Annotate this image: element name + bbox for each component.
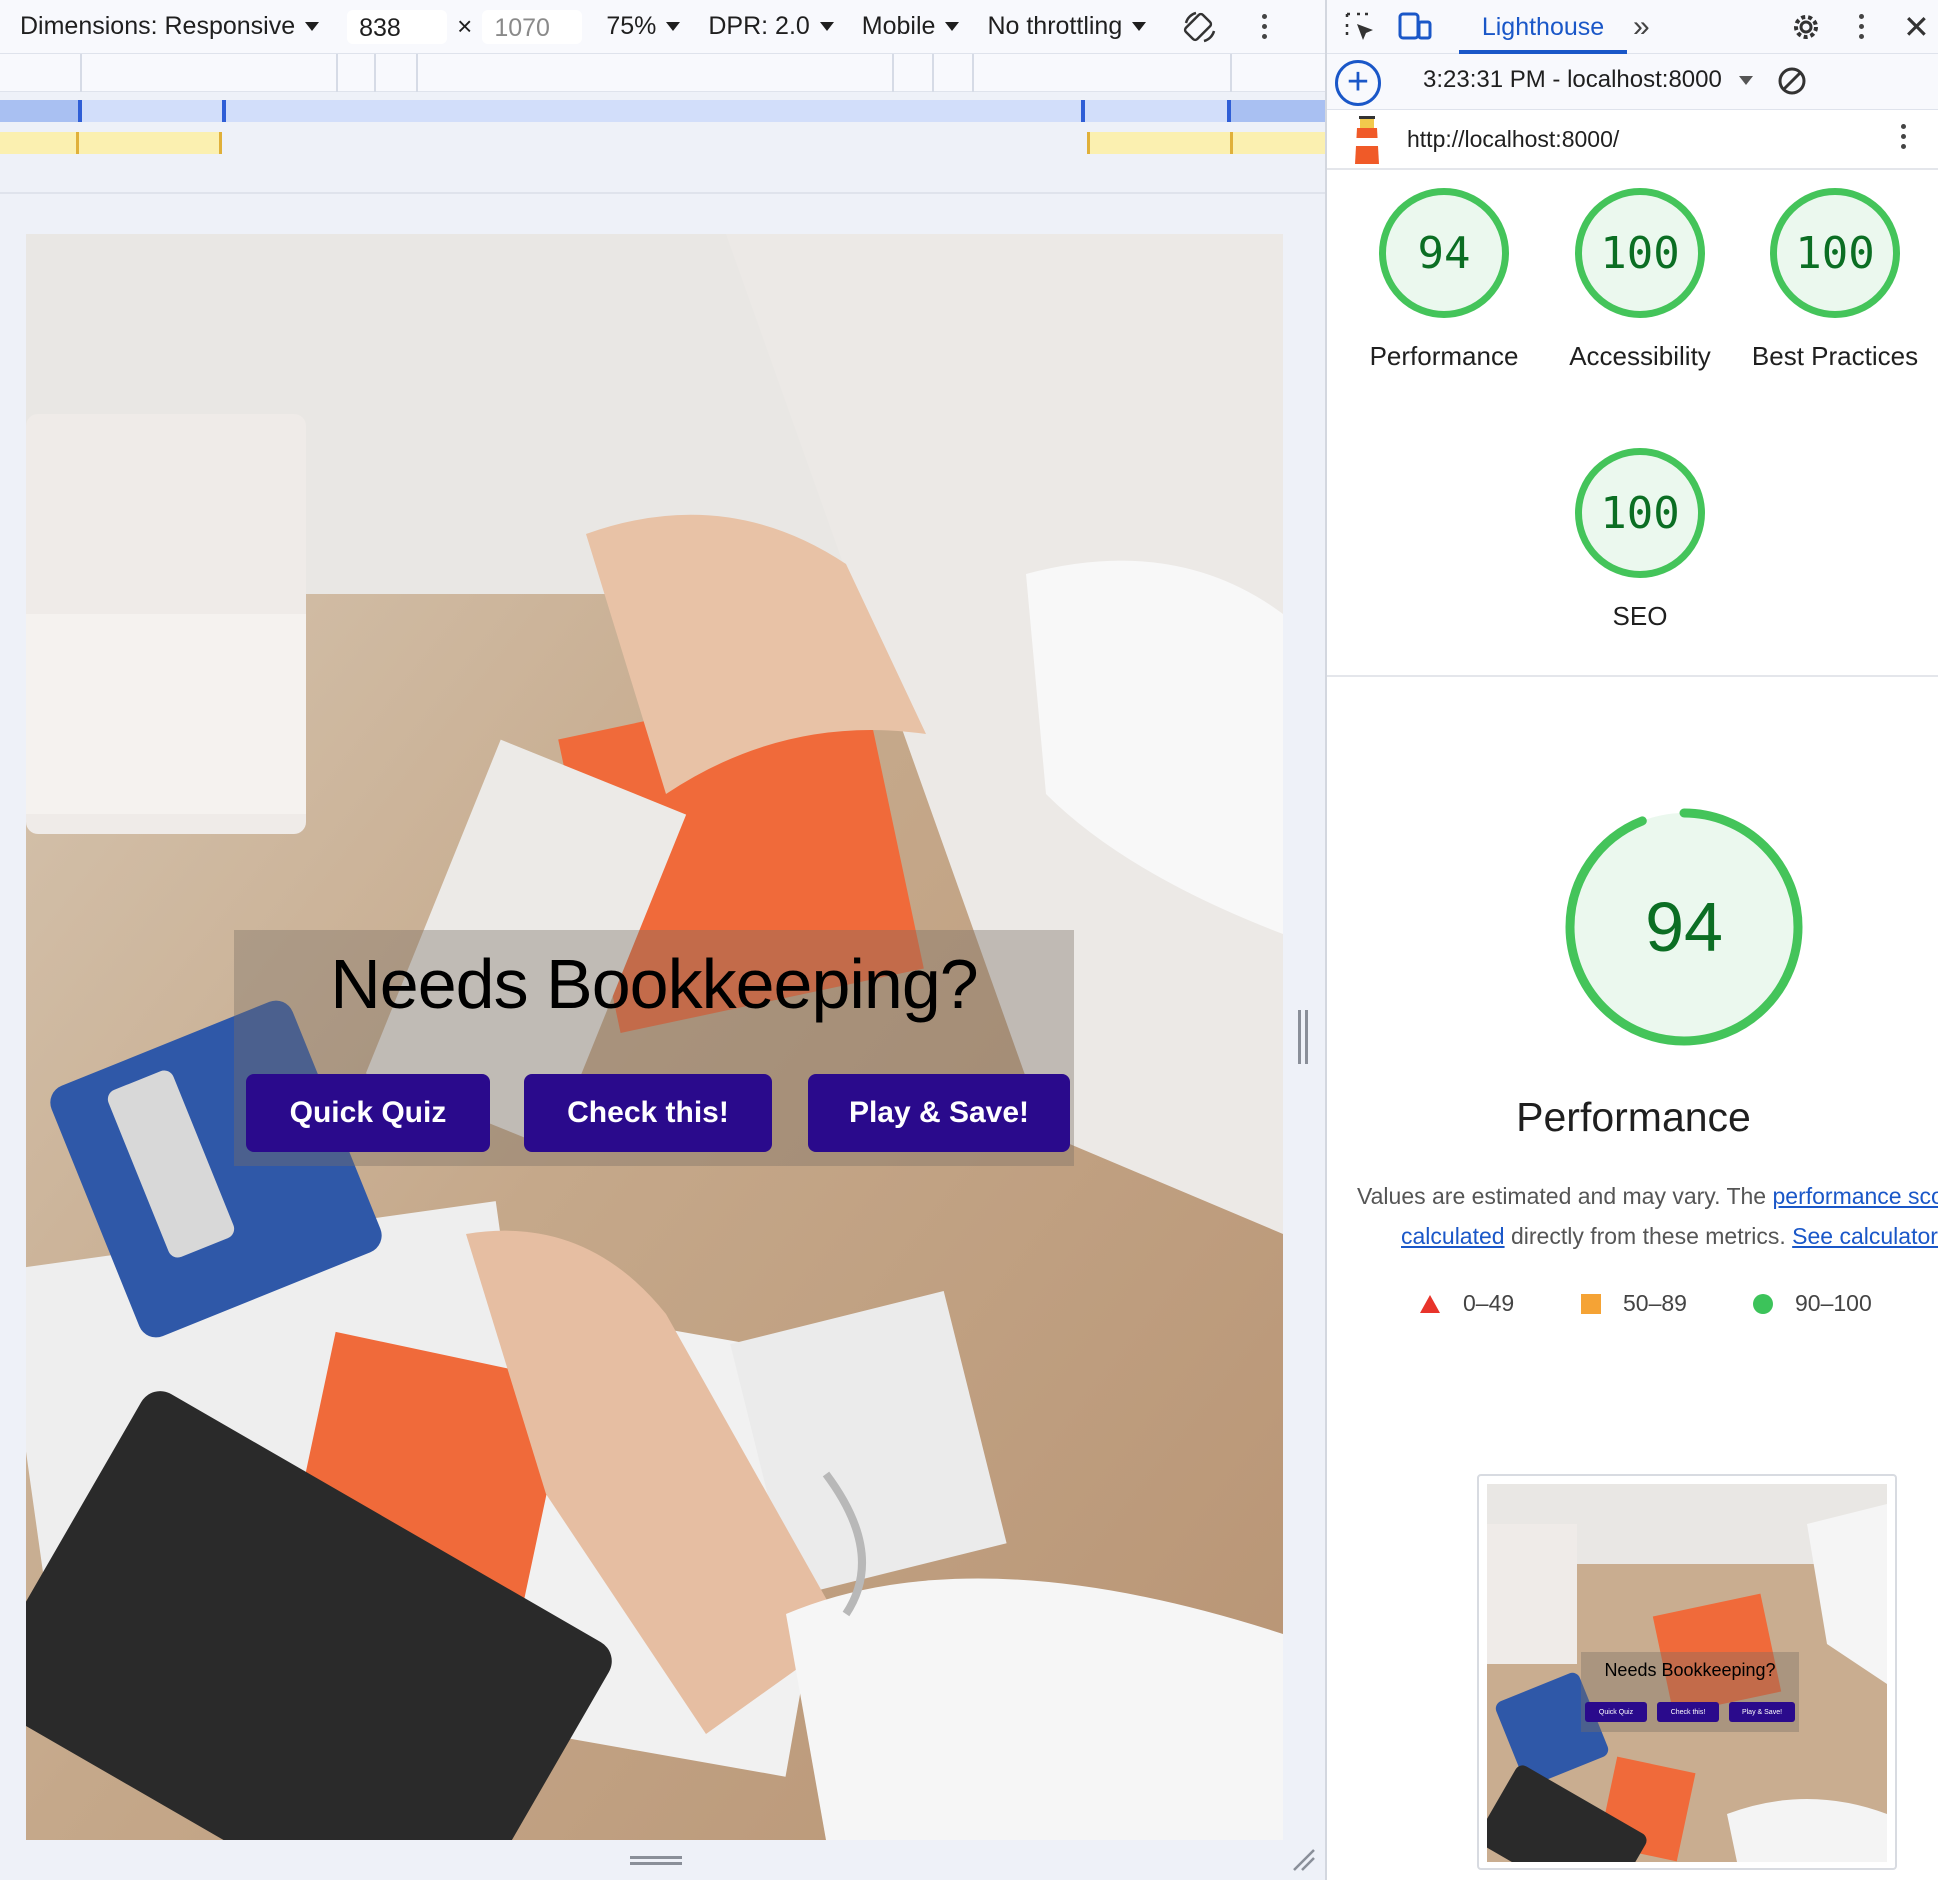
report-selector-bar: + 3:23:31 PM - localhost:8000 [1327,54,1938,110]
close-icon[interactable]: ✕ [1903,8,1930,46]
performance-score-link[interactable]: performance score is [1772,1183,1938,1209]
dimensions-dropdown[interactable]: Dimensions: Responsive [20,12,320,41]
hero-title: Needs Bookkeeping? [330,945,978,1023]
accessibility-score-label: Accessibility [1569,341,1711,371]
thumbnail-button: Quick Quiz [1585,1702,1647,1722]
devtools-tabbar: Lighthouse » ✕ [1327,0,1938,54]
performance-section-title: Performance [1516,1094,1751,1140]
thumbnail-button: Play & Save! [1729,1702,1795,1722]
chevron-down-icon[interactable] [1739,76,1753,85]
accessibility-score-gauge[interactable]: 100 [1575,188,1705,318]
legend-average-label: 50–89 [1623,1290,1687,1316]
report-url: http://localhost:8000/ [1407,126,1620,152]
width-input[interactable]: 838 [347,9,448,44]
new-report-icon[interactable]: + [1335,60,1381,106]
device-emulation-area: Dimensions: Responsive 838 × 1070 75% DP… [0,0,1325,1880]
seo-score-gauge[interactable]: 100 [1575,448,1705,578]
page-viewport[interactable]: Needs Bookkeeping? Quick Quiz Check this… [26,234,1283,1840]
chevron-down-icon [305,22,320,31]
more-options-icon[interactable] [1901,124,1906,149]
report-dropdown[interactable]: 3:23:31 PM - localhost:8000 [1423,66,1733,94]
performance-big-score: 94 [1645,888,1723,966]
media-query-ruler [0,54,1325,92]
performance-score-label: Performance [1369,341,1519,371]
best-practices-score-gauge[interactable]: 100 [1770,188,1900,318]
dpr-label: DPR: 2.0 [708,12,810,40]
thumbnail-title: Needs Bookkeeping? [1604,1660,1776,1680]
zoom-dropdown[interactable]: 75% [606,12,681,41]
see-calculator-link[interactable]: See calculator. [1792,1223,1938,1249]
inspect-element-icon[interactable] [1343,10,1377,44]
throttling-dropdown[interactable]: No throttling [987,12,1147,41]
legend-average: 50–89 [1581,1290,1687,1317]
triangle-icon [1420,1294,1440,1313]
play-and-save-button[interactable]: Play & Save! [808,1074,1070,1152]
thumbnail-hero-card: Needs Bookkeeping? Quick Quiz Check this… [1581,1652,1799,1732]
device-mode-label: Mobile [861,12,936,40]
divider [1327,675,1938,677]
final-screenshot-thumbnail[interactable]: Needs Bookkeeping? Quick Quiz Check this… [1477,1474,1897,1870]
hero-card: Needs Bookkeeping? Quick Quiz Check this… [234,930,1074,1166]
divider [0,192,1325,194]
legend-fail: 0–49 [1419,1290,1514,1317]
legend-pass-label: 90–100 [1795,1290,1872,1316]
viewport-resize-handle[interactable] [1298,1010,1310,1064]
viewport-height-handle[interactable] [630,1856,682,1865]
check-this-button[interactable]: Check this! [524,1074,772,1152]
best-practices-score-label: Best Practices [1751,341,1919,371]
height-input[interactable]: 1070 [482,9,583,44]
device-toolbar: Dimensions: Responsive 838 × 1070 75% DP… [0,0,1325,54]
devtools-panel: Lighthouse » ✕ + 3:23:31 PM - localhost:… [1325,0,1938,1880]
note-text: directly from these metrics. [1504,1223,1793,1249]
legend-pass: 90–100 [1753,1290,1872,1317]
performance-note: Values are estimated and may vary. The p… [1357,1176,1938,1256]
zoom-label: 75% [606,12,657,40]
quick-quiz-button[interactable]: Quick Quiz [246,1074,490,1152]
calculated-link[interactable]: calculated [1401,1223,1505,1249]
thumbnail-button: Check this! [1657,1702,1719,1722]
media-query-bar-yellow[interactable] [0,132,1325,154]
chevron-down-icon [1132,22,1147,31]
seo-score-label: SEO [1612,601,1668,631]
chevron-down-icon [819,22,834,31]
legend-fail-label: 0–49 [1463,1290,1515,1316]
thumbnail-image: Needs Bookkeeping? Quick Quiz Check this… [1487,1484,1887,1862]
report-url-bar: http://localhost:8000/ [1327,110,1938,170]
performance-score-gauge[interactable]: 94 [1379,188,1509,318]
dimensions-label: Dimensions: Responsive [20,12,296,40]
resize-corner-icon[interactable] [1290,1846,1316,1872]
throttling-label: No throttling [987,12,1123,40]
more-tabs-icon[interactable]: » [1633,10,1650,44]
chevron-down-icon [945,22,960,31]
device-toolbar-icon[interactable] [1397,10,1433,44]
times-icon: × [457,11,473,41]
clear-icon[interactable] [1775,64,1809,98]
rotate-icon[interactable] [1182,9,1218,45]
more-options-icon[interactable] [1859,14,1865,39]
gear-icon[interactable] [1789,10,1823,44]
dpr-dropdown[interactable]: DPR: 2.0 [708,12,834,41]
tab-lighthouse[interactable]: Lighthouse [1459,0,1627,54]
note-text: Values are estimated and may vary. The [1357,1183,1773,1209]
lighthouse-logo-icon [1355,116,1379,164]
more-options-icon[interactable] [1262,14,1268,39]
chevron-down-icon [666,22,681,31]
square-icon [1581,1293,1601,1314]
media-query-bar-blue[interactable] [0,100,1325,122]
circle-icon [1753,1293,1773,1314]
device-mode-dropdown[interactable]: Mobile [862,12,960,41]
